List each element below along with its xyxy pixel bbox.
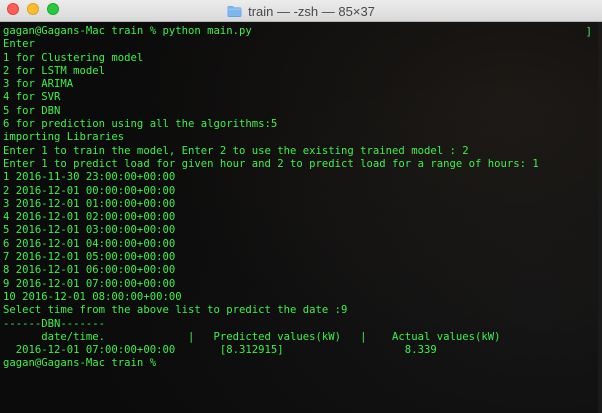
terminal-line: 1 2016-11-30 23:00:00+00:00: [3, 171, 176, 184]
terminal-line: 2 2016-12-01 00:00:00+00:00: [3, 184, 176, 197]
terminal-line: Enter: [3, 38, 35, 51]
terminal-line: date/time. | Predicted values(kW) | Actu…: [3, 330, 501, 343]
terminal-line: 6 for prediction using all the algorithm…: [3, 118, 278, 131]
terminal-line: 3 2016-12-01 01:00:00+00:00: [3, 197, 176, 210]
terminal-window: train — -zsh — 85×37 gagan@Gagans-Mac tr…: [0, 0, 602, 413]
terminal-line: 2 for LSTM model: [3, 64, 106, 77]
terminal-line: 2016-12-01 07:00:00+00:00 [8.312915] 8.3…: [3, 344, 437, 357]
terminal-line: Select time from the above list to predi…: [3, 304, 348, 317]
terminal-line: 3 for ARIMA: [3, 78, 74, 91]
folder-icon: [227, 5, 242, 17]
terminal-line: 5 for DBN: [3, 104, 61, 117]
terminal-line: 10 2016-12-01 08:00:00+00:00: [3, 290, 182, 303]
terminal-line: ------DBN-------: [3, 317, 106, 330]
terminal-line: gagan@Gagans-Mac train %: [3, 357, 157, 370]
terminal-edge-bracket: ]: [585, 26, 592, 38]
terminal-line: 8 2016-12-01 06:00:00+00:00: [3, 264, 176, 277]
scrollbar[interactable]: [598, 22, 602, 413]
terminal-text: gagan@Gagans-Mac train % python main.py E…: [3, 25, 539, 371]
terminal-line: 6 2016-12-01 04:00:00+00:00: [3, 237, 176, 250]
terminal-line: importing Libraries: [3, 131, 125, 144]
window-title-group: train — -zsh — 85×37: [0, 0, 602, 22]
terminal-line: 4 2016-12-01 02:00:00+00:00: [3, 211, 176, 224]
terminal-line: 1 for Clustering model: [3, 51, 144, 64]
terminal-line: gagan@Gagans-Mac train % python main.py: [3, 25, 252, 37]
terminal-line: 5 2016-12-01 03:00:00+00:00: [3, 224, 176, 237]
terminal-output[interactable]: gagan@Gagans-Mac train % python main.py E…: [0, 22, 602, 413]
terminal-line: 9 2016-12-01 07:00:00+00:00: [3, 277, 176, 290]
terminal-line: Enter 1 to predict load for given hour a…: [3, 157, 539, 170]
terminal-line: 4 for SVR: [3, 91, 61, 104]
window-title: train — -zsh — 85×37: [248, 3, 375, 19]
terminal-line: Enter 1 to train the model, Enter 2 to u…: [3, 144, 469, 157]
title-bar[interactable]: train — -zsh — 85×37: [0, 0, 602, 22]
terminal-line: 7 2016-12-01 05:00:00+00:00: [3, 251, 176, 264]
